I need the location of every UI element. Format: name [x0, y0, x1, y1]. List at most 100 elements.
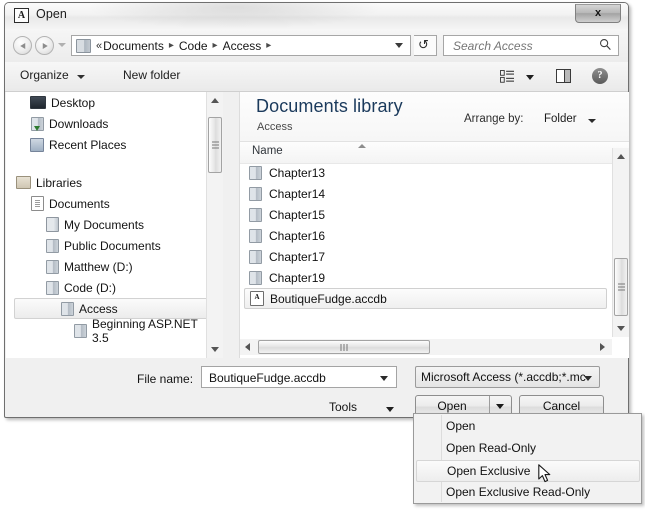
view-dropdown-icon[interactable]: [526, 75, 534, 80]
scrollbar-thumb[interactable]: [614, 258, 628, 316]
table-row[interactable]: Chapter14: [244, 183, 607, 204]
close-button[interactable]: x: [575, 4, 621, 23]
file-name: Chapter16: [269, 228, 326, 243]
help-icon[interactable]: ?: [592, 68, 608, 84]
menu-item-open-exclusive[interactable]: Open Exclusive: [416, 460, 640, 482]
scroll-down-button[interactable]: [207, 341, 223, 358]
breadcrumb-separator: ▸: [212, 40, 218, 51]
title-bar: A Open x: [5, 3, 628, 29]
refresh-icon: ↺: [418, 38, 429, 53]
view-list-icon[interactable]: [500, 70, 515, 83]
search-input[interactable]: [451, 38, 595, 54]
sidebar-item-downloads[interactable]: Downloads: [29, 113, 211, 134]
file-type-value: Microsoft Access (*.accdb;*.mc: [421, 370, 586, 384]
column-header-name[interactable]: Name: [252, 145, 283, 157]
search-box[interactable]: [443, 35, 619, 56]
table-row-selected[interactable]: A BoutiqueFudge.accdb: [244, 288, 607, 309]
monitor-icon: [30, 96, 46, 109]
file-name-input[interactable]: [207, 370, 371, 386]
chevron-down-icon[interactable]: [386, 407, 394, 412]
chevron-down-icon[interactable]: [58, 43, 66, 47]
recent-places-icon: [30, 137, 44, 152]
sidebar-item-label: Recent Places: [49, 137, 127, 152]
sidebar-item-my-documents[interactable]: My Documents: [44, 214, 211, 235]
sort-ascending-icon: [358, 144, 366, 148]
menu-item-open-exclusive-read-only[interactable]: Open Exclusive Read-Only: [416, 482, 640, 504]
navigation-pane: Desktop Downloads Recent Places Librarie…: [6, 92, 223, 358]
sidebar-item-label: Documents: [49, 196, 110, 211]
refresh-button[interactable]: ↺: [414, 35, 437, 56]
sidebar-item-label: Public Documents: [64, 238, 161, 253]
new-folder-button[interactable]: New folder: [123, 68, 180, 82]
library-title: Documents library: [256, 96, 403, 116]
scroll-right-button[interactable]: [595, 339, 612, 355]
table-row[interactable]: Chapter19: [244, 267, 607, 288]
arrange-by-value[interactable]: Folder: [544, 113, 577, 125]
address-bar[interactable]: « Documents ▸ Code ▸ Access ▸: [71, 35, 411, 56]
sidebar-item-label: My Documents: [64, 217, 145, 232]
search-icon: [600, 39, 611, 51]
breadcrumb-separator: ▸: [168, 40, 174, 51]
file-list-scrollbar[interactable]: [612, 148, 629, 337]
breadcrumb-overflow[interactable]: «: [93, 40, 102, 52]
table-row[interactable]: Chapter16: [244, 225, 607, 246]
sidebar-item-libraries[interactable]: Libraries: [15, 172, 211, 193]
chevron-down-icon[interactable]: [380, 376, 388, 381]
file-name-combobox[interactable]: [201, 366, 397, 388]
sidebar-item-documents[interactable]: Documents: [29, 193, 211, 214]
file-name: Chapter17: [269, 249, 326, 264]
sidebar-item-desktop[interactable]: Desktop: [29, 92, 211, 113]
sidebar-item-label: Desktop: [51, 95, 96, 110]
scroll-up-button[interactable]: [207, 92, 223, 109]
scrollbar-thumb[interactable]: [208, 117, 222, 173]
title-bar-sheen: [85, 3, 385, 29]
sidebar-item-label: Code (D:): [64, 280, 117, 295]
scrollbar-grip: [618, 286, 625, 288]
preview-pane-icon[interactable]: [556, 69, 571, 83]
address-dropdown-icon[interactable]: [395, 43, 403, 48]
file-type-combobox[interactable]: Microsoft Access (*.accdb;*.mc: [415, 366, 600, 388]
scroll-up-button[interactable]: [613, 148, 629, 165]
scrollbar-thumb-horizontal[interactable]: [258, 340, 430, 354]
scroll-left-button[interactable]: [240, 339, 257, 355]
back-button[interactable]: [13, 36, 32, 55]
table-row[interactable]: Chapter17: [244, 246, 607, 267]
file-name: BoutiqueFudge.accdb: [270, 291, 387, 306]
access-database-icon: A: [250, 291, 264, 306]
back-arrow-icon: [19, 42, 25, 49]
breadcrumb-separator: ▸: [266, 40, 272, 51]
scroll-down-button[interactable]: [613, 320, 629, 337]
folder-icon: [76, 38, 91, 53]
chevron-down-icon[interactable]: [77, 75, 85, 79]
table-row[interactable]: Chapter15: [244, 204, 607, 225]
sidebar-item-label: Libraries: [36, 175, 83, 190]
file-name: Chapter13: [269, 165, 326, 180]
folder-icon: [46, 238, 59, 253]
sidebar-item-public-documents[interactable]: Public Documents: [44, 235, 211, 256]
file-list-horizontal-scrollbar[interactable]: [240, 339, 612, 355]
sidebar-item-matthew-d[interactable]: Matthew (D:): [44, 256, 211, 277]
sidebar-item-label: Beginning ASP.NET 3.5: [92, 316, 198, 345]
sidebar-item-recent-places[interactable]: Recent Places: [29, 134, 211, 155]
sidebar-item-code-d[interactable]: Code (D:): [44, 277, 211, 298]
file-name: Chapter14: [269, 186, 326, 201]
chevron-down-icon[interactable]: [588, 119, 596, 123]
library-subtitle: Access: [257, 121, 293, 133]
folder-icon: [46, 280, 59, 295]
organize-button[interactable]: Organize: [20, 68, 69, 82]
document-icon: [31, 196, 44, 211]
folder-icon: [249, 228, 262, 243]
tools-button[interactable]: Tools: [329, 400, 357, 414]
breadcrumb-documents[interactable]: Documents: [102, 38, 165, 54]
menu-item-open[interactable]: Open: [416, 416, 640, 438]
sidebar-item-beginning-aspnet[interactable]: Beginning ASP.NET 3.5: [72, 317, 211, 345]
breadcrumb-access[interactable]: Access: [222, 38, 263, 54]
forward-button[interactable]: [35, 36, 54, 55]
table-row[interactable]: Chapter13: [244, 162, 607, 183]
breadcrumb-code[interactable]: Code: [178, 38, 209, 54]
menu-item-open-read-only[interactable]: Open Read-Only: [416, 438, 640, 460]
file-list-pane: Documents library Access Arrange by: Fol…: [240, 92, 629, 358]
file-name: Chapter15: [269, 207, 326, 222]
sidebar-scrollbar[interactable]: [206, 92, 223, 358]
arrange-by-label: Arrange by:: [464, 113, 524, 125]
